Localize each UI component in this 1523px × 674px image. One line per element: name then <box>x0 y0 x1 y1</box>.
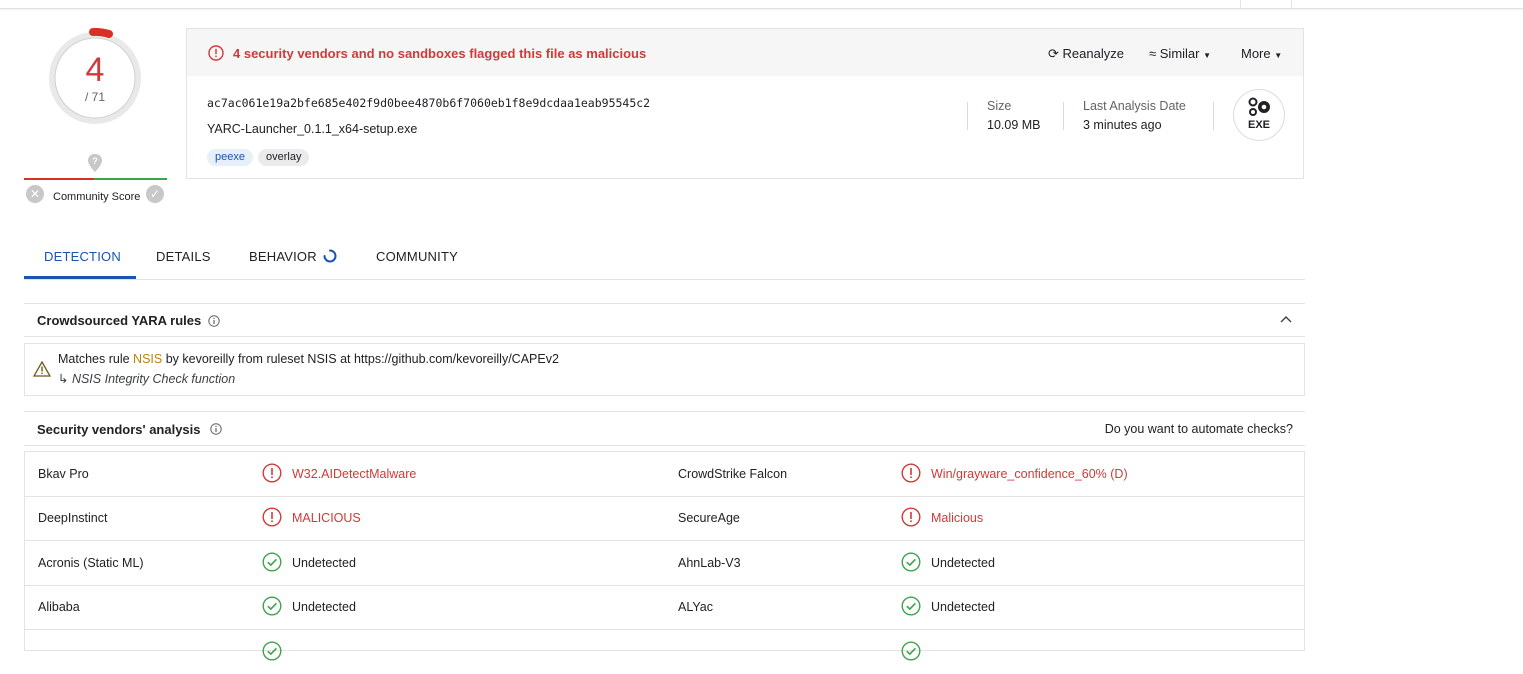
file-name: YARC-Launcher_0.1.1_x64-setup.exe <box>207 122 418 136</box>
vote-malicious-icon[interactable]: ✕ <box>26 185 44 203</box>
vendor-result: MALICIOUS <box>292 511 361 525</box>
more-dropdown[interactable]: More ▼ <box>1241 46 1282 61</box>
table-row: Alibaba Undetected ALYac Undetected <box>25 585 1304 630</box>
vendor-name: Alibaba <box>38 600 80 614</box>
check-circle-icon <box>901 552 921 572</box>
active-tab-indicator <box>24 276 136 279</box>
vendor-name: SecureAge <box>678 511 740 525</box>
alert-circle-icon <box>262 507 282 527</box>
caret-down-icon: ▼ <box>1203 51 1212 60</box>
caret-down-icon: ▼ <box>1274 51 1283 60</box>
tab-bar: DETECTION DETAILS BEHAVIOR COMMUNITY <box>24 236 1305 280</box>
table-row <box>25 630 1304 674</box>
size-value: 10.09 MB <box>987 118 1041 132</box>
vendors-title: Security vendors' analysis <box>37 422 201 437</box>
engine-total: / 71 <box>84 90 105 104</box>
size-label: Size <box>987 99 1012 113</box>
similar-icon: ≈ <box>1149 46 1157 61</box>
reanalyze-label: Reanalyze <box>1062 46 1124 61</box>
vendor-name: CrowdStrike Falcon <box>678 467 788 481</box>
community-score-bar <box>24 178 167 180</box>
alert-circle-icon <box>901 507 921 527</box>
match-prefix: Matches rule <box>58 352 130 366</box>
vendor-result: Malicious <box>931 511 984 525</box>
chevron-up-icon[interactable] <box>1280 315 1292 325</box>
file-summary-card: 4 security vendors and no sandboxes flag… <box>186 28 1304 179</box>
file-type-badge: EXE <box>1233 89 1285 141</box>
vendors-table: Bkav Pro W32.AIDetectMalware CrowdStrike… <box>24 451 1305 661</box>
yara-match: Matches rule NSIS by kevoreilly from rul… <box>24 343 1305 396</box>
last-analysis-value: 3 minutes ago <box>1083 118 1162 132</box>
vendors-section-header: Security vendors' analysis Do you want t… <box>24 411 1305 446</box>
tag-overlay[interactable]: overlay <box>258 149 310 166</box>
detection-score-gauge: 4 / 71 <box>45 28 145 128</box>
tab-details[interactable]: DETAILS <box>156 249 211 264</box>
vendor-result: W32.AIDetectMalware <box>292 467 417 481</box>
similar-dropdown[interactable]: ≈ Similar ▼ <box>1149 46 1211 61</box>
table-row: DeepInstinct MALICIOUS SecureAge Malicio… <box>25 496 1304 541</box>
table-row: Bkav Pro W32.AIDetectMalware CrowdStrike… <box>25 452 1304 497</box>
yara-match-text: Matches rule NSIS by kevoreilly from rul… <box>58 352 559 366</box>
check-circle-icon <box>262 641 282 661</box>
alert-circle-icon <box>208 45 224 61</box>
similar-label: Similar <box>1159 46 1200 61</box>
more-label: More <box>1241 46 1271 61</box>
match-suffix: by kevoreilly from ruleset NSIS at https… <box>165 352 559 366</box>
community-score-label: Community Score <box>53 191 141 203</box>
divider <box>967 102 968 130</box>
tab-behavior[interactable]: BEHAVIOR <box>249 249 317 264</box>
vendor-result: Undetected <box>292 600 356 614</box>
location-pin-icon: ? <box>88 154 102 172</box>
rule-name-link[interactable]: NSIS <box>133 352 162 366</box>
divider <box>1213 102 1214 130</box>
yara-title: Crowdsourced YARA rules <box>37 313 202 328</box>
info-icon[interactable] <box>208 315 220 327</box>
alert-circle-icon <box>262 463 282 483</box>
top-bar <box>0 0 1523 9</box>
tab-detection[interactable]: DETECTION <box>44 249 121 264</box>
vendor-name: DeepInstinct <box>38 511 108 525</box>
tag-peexe[interactable]: peexe <box>207 149 253 166</box>
gears-icon <box>1248 97 1270 116</box>
warning-triangle-icon <box>33 361 51 377</box>
rule-description: ↳ NSIS Integrity Check function <box>58 372 236 386</box>
yara-section-header[interactable]: Crowdsourced YARA rules <box>24 303 1305 337</box>
check-circle-icon <box>901 641 921 661</box>
file-type-label: EXE <box>1247 119 1270 131</box>
alert-circle-icon <box>901 463 921 483</box>
info-icon[interactable] <box>210 423 222 435</box>
table-row: Acronis (Static ML) Undetected AhnLab-V3… <box>25 541 1304 586</box>
automate-checks-link[interactable]: Do you want to automate checks? <box>1105 422 1293 436</box>
vendor-name: Bkav Pro <box>38 467 89 481</box>
reanalyze-button[interactable]: ⟳ Reanalyze <box>1048 46 1124 62</box>
refresh-icon: ⟳ <box>1048 46 1059 61</box>
topbar-divider <box>1240 0 1292 8</box>
loading-spinner-icon <box>323 249 337 263</box>
detection-count: 4 <box>85 51 105 89</box>
alert-message: 4 security vendors and no sandboxes flag… <box>233 46 647 61</box>
vendor-result: Undetected <box>931 556 995 570</box>
check-circle-icon <box>262 552 282 572</box>
vendor-result: Undetected <box>292 556 356 570</box>
vendor-name: AhnLab-V3 <box>678 556 741 570</box>
check-circle-icon <box>262 596 282 616</box>
vendor-name: Acronis (Static ML) <box>38 556 144 570</box>
vote-harmless-icon[interactable]: ✓ <box>146 185 164 203</box>
vendor-result: Undetected <box>931 600 995 614</box>
divider <box>1063 102 1064 130</box>
vendor-name: ALYac <box>678 600 713 614</box>
tab-community[interactable]: COMMUNITY <box>376 249 458 264</box>
vendor-result: Win/grayware_confidence_60% (D) <box>931 467 1128 481</box>
alert-bar: 4 security vendors and no sandboxes flag… <box>187 29 1303 76</box>
last-analysis-label: Last Analysis Date <box>1083 99 1186 113</box>
svg-text:?: ? <box>92 156 98 166</box>
file-hash[interactable]: ac7ac061e19a2bfe685e402f9d0bee4870b6f706… <box>207 96 650 110</box>
check-circle-icon <box>901 596 921 616</box>
